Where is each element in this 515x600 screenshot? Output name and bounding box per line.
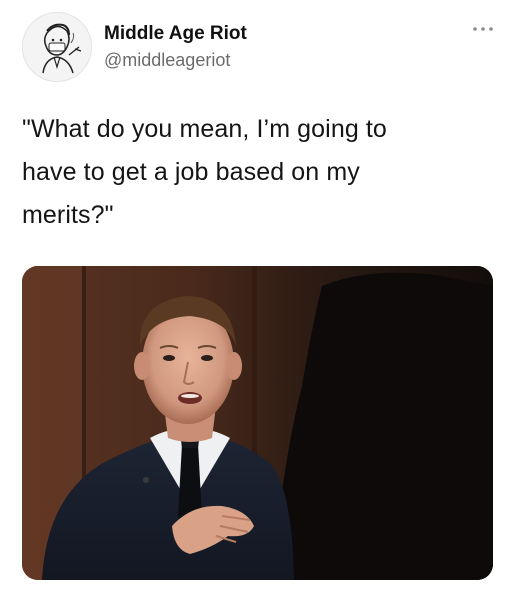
display-name[interactable]: Middle Age Riot (104, 22, 247, 46)
man-in-suit-photo-icon (22, 266, 493, 580)
avatar[interactable] (22, 12, 92, 82)
tweet-card: Middle Age Riot @middleageriot "What do … (0, 0, 515, 600)
author-names: Middle Age Riot @middleageriot (104, 22, 247, 72)
tweet-header: Middle Age Riot @middleageriot (22, 12, 497, 82)
tweet-text-line: have to get a job based on my (22, 158, 360, 186)
tweet-text: "What do you mean, I’m going to have to … (22, 108, 482, 237)
more-options-icon[interactable] (471, 22, 495, 36)
sketch-portrait-icon (23, 13, 91, 81)
tweet-text-line: merits?" (22, 201, 114, 229)
tweet-text-line: "What do you mean, I’m going to (22, 115, 387, 143)
tweet-photo[interactable] (22, 266, 493, 580)
user-handle[interactable]: @middleageriot (104, 48, 247, 72)
